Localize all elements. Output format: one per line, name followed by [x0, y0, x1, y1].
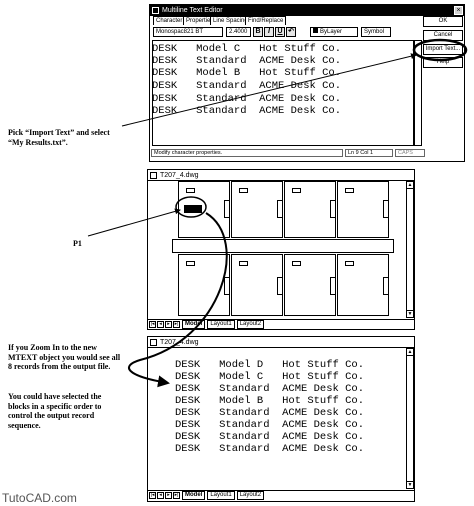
tab-character[interactable]: Character: [153, 16, 186, 25]
door: [277, 200, 283, 218]
close-icon[interactable]: ×: [454, 6, 463, 15]
mtext-line: DESK Model C Hot Stuff Co.: [152, 43, 342, 55]
desk-block: [186, 188, 195, 193]
door: [383, 200, 389, 218]
mtext-record: DESK Standard ACME Desk Co.: [175, 419, 365, 431]
mtext-line: DESK Model B Hot Stuff Co.: [152, 67, 342, 79]
mtext-record: DESK Model D Hot Stuff Co.: [175, 359, 365, 371]
office-cubicle: [231, 254, 283, 316]
text-height-select[interactable]: 2.4000: [226, 27, 251, 37]
office-cubicle: [284, 254, 336, 316]
tab-find-replace[interactable]: Find/Replace: [245, 16, 287, 25]
office-cubicle: [178, 254, 230, 316]
font-value: Monospac821 BT: [156, 29, 204, 35]
drawing-titlebar[interactable]: T207_4.dwg: [148, 337, 414, 348]
color-select[interactable]: ByLayer: [310, 27, 358, 37]
status-message: Modify character properties.: [151, 149, 343, 157]
help-button[interactable]: Help: [423, 57, 463, 68]
color-swatch-icon: [313, 28, 318, 33]
mtext-scrollbar[interactable]: [414, 40, 422, 146]
drawing-title: T207_4.dwg: [160, 172, 199, 179]
desk-block: [345, 261, 354, 266]
tab-layout1[interactable]: Layout1: [207, 319, 235, 329]
mtext-line: DESK Standard ACME Desk Co.: [152, 80, 342, 92]
scroll-up-icon[interactable]: ▲: [407, 349, 413, 356]
first-tab-icon[interactable]: |◂: [149, 491, 156, 499]
door: [277, 277, 283, 295]
watermark: TutoCAD.com: [2, 491, 77, 505]
order-caption: You could have selected the blocks in a …: [8, 392, 102, 430]
last-tab-icon[interactable]: ▸|: [173, 491, 180, 499]
status-position: Ln 9 Col 1: [345, 149, 393, 157]
symbol-value: Symbol: [364, 29, 385, 35]
corridor: [172, 239, 394, 253]
drawing-titlebar[interactable]: T207_4.dwg: [148, 170, 414, 181]
tab-layout2[interactable]: Layout2: [236, 490, 265, 500]
mtext-line: DESK Standard ACME Desk Co.: [152, 105, 342, 117]
door: [383, 277, 389, 295]
mtext-record: DESK Model B Hot Stuff Co.: [175, 395, 365, 407]
desk-block: [292, 261, 301, 266]
new-mtext-object[interactable]: [184, 205, 202, 213]
import-text-button[interactable]: Import Text...: [423, 44, 463, 55]
next-tab-icon[interactable]: ▸: [165, 320, 172, 328]
bold-button[interactable]: B: [253, 27, 263, 37]
door: [330, 277, 336, 295]
office-cubicle: [284, 181, 336, 238]
last-tab-icon[interactable]: ▸|: [173, 320, 180, 328]
mtext-record: DESK Standard ACME Desk Co.: [175, 407, 365, 419]
tab-layout2[interactable]: Layout2: [236, 319, 265, 329]
mtext-record: DESK Standard ACME Desk Co.: [175, 431, 365, 443]
app-icon: [150, 339, 157, 346]
mtext-editor-title: Multiline Text Editor: [162, 7, 223, 14]
door: [330, 200, 336, 218]
vertical-scrollbar[interactable]: ▲ ▼: [406, 181, 414, 318]
scroll-down-icon[interactable]: ▼: [407, 481, 413, 488]
italic-button[interactable]: I: [264, 27, 274, 37]
mtext-editor-titlebar[interactable]: Multiline Text Editor ×: [150, 5, 464, 16]
zoom-in-caption: If you Zoom In to the new MTEXT object y…: [8, 343, 121, 371]
drawing-title: T207_4.dwg: [160, 339, 199, 346]
mtext-record: DESK Standard ACME Desk Co.: [175, 443, 365, 455]
font-select[interactable]: Monospac821 BT: [153, 27, 223, 37]
desk-block: [345, 188, 354, 193]
next-tab-icon[interactable]: ▸: [165, 491, 172, 499]
prev-tab-icon[interactable]: ◂: [157, 320, 164, 328]
desk-block: [186, 261, 195, 266]
mtext-line: DESK Standard ACME Desk Co.: [152, 93, 342, 105]
office-cubicle: [337, 181, 389, 238]
cancel-button[interactable]: Cancel: [423, 30, 463, 41]
vertical-scrollbar[interactable]: ▲ ▼: [406, 348, 414, 489]
p1-label: P1: [73, 239, 82, 248]
prev-tab-icon[interactable]: ◂: [157, 491, 164, 499]
office-cubicle: [337, 254, 389, 316]
office-cubicle: [231, 181, 283, 238]
text-height-value: 2.4000: [229, 29, 248, 35]
underline-button[interactable]: U: [275, 27, 285, 37]
status-caps: CAPS: [395, 149, 425, 157]
import-text-caption: Pick “Import Text” and select “My Result…: [8, 128, 110, 147]
desk-block: [239, 261, 248, 266]
layout-tab-bar: |◂ ◂ ▸ ▸| Model Layout1 Layout2: [148, 490, 414, 500]
app-icon: [150, 172, 157, 179]
desk-block: [292, 188, 301, 193]
door: [224, 200, 230, 218]
symbol-select[interactable]: Symbol: [361, 27, 391, 37]
door: [224, 277, 230, 295]
tab-model[interactable]: Model: [182, 490, 206, 500]
app-icon: [152, 7, 159, 14]
scroll-up-icon[interactable]: ▲: [407, 182, 413, 189]
tab-layout1[interactable]: Layout1: [207, 490, 235, 500]
tab-model[interactable]: Model: [182, 319, 206, 329]
layout-tab-bar: |◂ ◂ ▸ ▸| Model Layout1 Layout2: [148, 319, 414, 329]
mtext-record: DESK Standard ACME Desk Co.: [175, 383, 365, 395]
layer-value: ByLayer: [320, 29, 343, 35]
undo-button[interactable]: ↶: [286, 27, 296, 37]
ok-button[interactable]: OK: [423, 16, 463, 27]
scroll-down-icon[interactable]: ▼: [407, 310, 413, 317]
first-tab-icon[interactable]: |◂: [149, 320, 156, 328]
mtext-record: DESK Model C Hot Stuff Co.: [175, 371, 365, 383]
desk-block: [239, 188, 248, 193]
mtext-line: DESK Standard ACME Desk Co.: [152, 55, 342, 67]
